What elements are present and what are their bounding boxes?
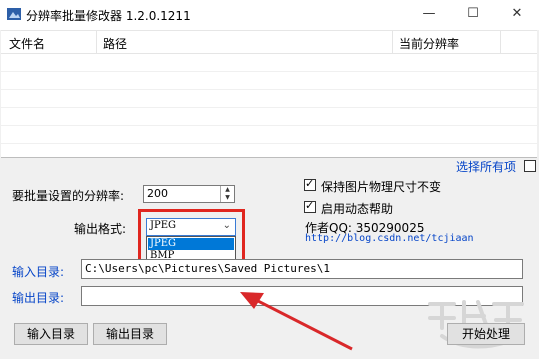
start-processing-button[interactable]: 开始处理 bbox=[447, 323, 525, 345]
input-dir-button[interactable]: 输入目录 bbox=[14, 323, 88, 345]
maximize-button[interactable]: ☐ bbox=[451, 0, 495, 30]
output-format-label: 输出格式: bbox=[74, 222, 127, 236]
select-all-label[interactable]: 选择所有项 bbox=[456, 158, 516, 175]
column-filename[interactable]: 文件名 bbox=[9, 35, 45, 52]
resolution-value[interactable]: 200 bbox=[147, 187, 168, 200]
list-header: 文件名 路径 当前分辨率 bbox=[1, 31, 537, 54]
output-dir-label: 输出目录: bbox=[12, 291, 65, 305]
batch-resolution-label: 要批量设置的分辨率: bbox=[12, 189, 125, 203]
spin-down-icon[interactable]: ▼ bbox=[221, 194, 234, 202]
column-path[interactable]: 路径 bbox=[103, 35, 127, 52]
dynamic-help-checkbox[interactable] bbox=[304, 199, 316, 213]
annotation-arrow bbox=[240, 292, 353, 351]
resolution-spinbox[interactable]: 200 ▲ ▼ bbox=[143, 185, 235, 203]
spin-up-icon[interactable]: ▲ bbox=[221, 186, 234, 194]
author-link[interactable]: http://blog.csdn.net/tcjiaan bbox=[305, 233, 474, 244]
input-dir-field[interactable]: C:\Users\pc\Pictures\Saved Pictures\1 bbox=[81, 259, 523, 279]
title-bar: 分辨率批量修改器 1.2.0.1211 — ☐ ✕ bbox=[0, 0, 539, 30]
close-button[interactable]: ✕ bbox=[495, 0, 539, 30]
select-all-checkbox[interactable] bbox=[524, 160, 536, 172]
input-dir-value: C:\Users\pc\Pictures\Saved Pictures\1 bbox=[85, 262, 331, 275]
file-list[interactable]: 文件名 路径 当前分辨率 bbox=[1, 30, 537, 158]
dynamic-help-label[interactable]: 启用动态帮助 bbox=[321, 200, 393, 217]
output-dir-button[interactable]: 输出目录 bbox=[93, 323, 167, 345]
window-title: 分辨率批量修改器 1.2.0.1211 bbox=[26, 9, 191, 23]
column-resolution[interactable]: 当前分辨率 bbox=[399, 35, 459, 52]
keep-size-checkbox[interactable] bbox=[304, 177, 316, 191]
input-dir-label: 输入目录: bbox=[12, 265, 65, 279]
app-icon bbox=[7, 8, 21, 20]
keep-size-label[interactable]: 保持图片物理尺寸不变 bbox=[321, 178, 441, 195]
minimize-button[interactable]: — bbox=[407, 0, 451, 30]
